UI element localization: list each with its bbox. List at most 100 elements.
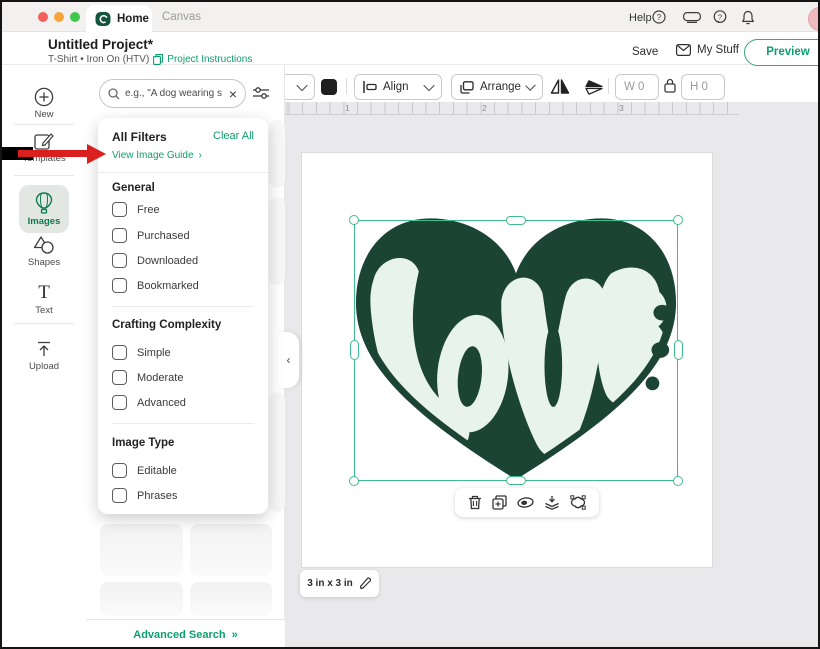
notifications-bell-icon[interactable] — [741, 10, 755, 25]
sidebar-item-upload[interactable]: Upload — [2, 341, 86, 372]
chevron-down-icon — [296, 80, 307, 91]
filter-checkbox-purchased[interactable]: Purchased — [112, 228, 190, 243]
tab-canvas[interactable]: Canvas — [162, 11, 201, 23]
advanced-search-bar[interactable]: Advanced Search » — [86, 619, 285, 649]
clear-all-link[interactable]: Clear All — [213, 130, 254, 142]
selection-handle-top-right[interactable] — [673, 215, 683, 225]
chevron-down-icon — [525, 80, 536, 91]
flatten-icon[interactable] — [544, 495, 560, 510]
checkbox — [112, 463, 127, 478]
sidebar-item-label: Shapes — [2, 257, 86, 268]
panel-collapse-button[interactable]: ‹ — [278, 332, 299, 388]
selection-handle-bottom-center[interactable] — [506, 476, 526, 485]
chevron-down-icon — [423, 80, 434, 91]
horizontal-ruler: 1 2 3 — [285, 102, 739, 115]
sidebar-item-shapes[interactable]: Shapes — [2, 235, 86, 268]
love-heart-design[interactable] — [354, 216, 678, 482]
avatar[interactable] — [808, 7, 820, 31]
filters-divider — [112, 306, 254, 307]
filter-checkbox-advanced[interactable]: Advanced — [112, 395, 186, 410]
align-dropdown[interactable]: Align — [354, 74, 442, 100]
result-card-sliver — [269, 120, 285, 188]
sidebar-divider — [14, 323, 74, 324]
filter-checkbox-moderate[interactable]: Moderate — [112, 370, 183, 385]
width-field[interactable]: W 0 — [615, 74, 659, 100]
sidebar-item-label: Text — [2, 305, 86, 316]
filter-checkbox-bookmarked[interactable]: Bookmarked — [112, 278, 199, 293]
tab-home-label: Home — [117, 13, 149, 25]
arrange-dropdown[interactable]: Arrange — [451, 74, 543, 100]
ruler-label: 2 — [482, 103, 487, 113]
filters-divider — [112, 423, 254, 424]
selection-handle-bottom-left[interactable] — [349, 476, 359, 486]
dimension-pill[interactable]: 3 in x 3 in — [300, 570, 379, 597]
tab-home[interactable]: Home — [86, 5, 152, 32]
delete-icon[interactable] — [468, 495, 482, 510]
filter-section-title: General — [112, 182, 155, 194]
search-placeholder-text: e.g., "A dog wearing s — [125, 88, 222, 99]
selection-handle-middle-left[interactable] — [350, 340, 359, 360]
selection-handle-bottom-right[interactable] — [673, 476, 683, 486]
sidebar-item-label: Images — [2, 216, 86, 227]
shapes-icon — [2, 235, 86, 255]
clear-search-icon[interactable]: × — [229, 86, 237, 102]
checkbox — [112, 278, 127, 293]
cricut-logo-icon — [95, 11, 111, 27]
weld-icon[interactable] — [570, 495, 586, 510]
hide-icon[interactable] — [517, 497, 534, 508]
result-card-sliver — [269, 197, 285, 285]
edit-pencil-icon[interactable] — [359, 577, 372, 590]
checkbox — [112, 202, 127, 217]
save-button[interactable]: Save — [632, 46, 658, 58]
close-window-button[interactable] — [38, 12, 48, 22]
skeleton-card — [100, 524, 183, 576]
selection-handle-middle-right[interactable] — [674, 340, 683, 360]
machine-icon[interactable] — [683, 12, 701, 23]
align-left-icon — [363, 81, 377, 93]
filter-checkbox-phrases[interactable]: Phrases — [112, 488, 177, 503]
chat-help-icon[interactable]: ? — [713, 10, 727, 24]
selection-handle-top-left[interactable] — [349, 215, 359, 225]
sidebar-item-images[interactable]: Images — [19, 185, 69, 233]
sidebar-divider — [14, 124, 74, 125]
app-window: Home Canvas Help ? ? Untitled Project* T… — [0, 0, 820, 649]
flip-vertical-icon[interactable] — [584, 80, 604, 95]
search-icon — [108, 88, 120, 100]
advanced-search-label: Advanced Search — [133, 629, 225, 641]
height-field[interactable]: H 0 — [681, 74, 725, 100]
color-swatch[interactable] — [321, 79, 337, 95]
checkbox — [112, 488, 127, 503]
sidebar-item-new[interactable]: New — [2, 87, 86, 120]
project-instructions-link[interactable]: Project Instructions — [167, 54, 252, 65]
filter-checkbox-downloaded[interactable]: Downloaded — [112, 253, 198, 268]
new-plus-icon — [2, 87, 86, 107]
filter-checkbox-editable[interactable]: Editable — [112, 463, 177, 478]
sidebar-item-text[interactable]: T Text — [2, 283, 86, 316]
filter-checkbox-free[interactable]: Free — [112, 202, 160, 217]
flip-horizontal-icon[interactable] — [550, 78, 570, 95]
view-image-guide-link[interactable]: View Image Guide › — [112, 150, 202, 161]
selection-handle-top-center[interactable] — [506, 216, 526, 225]
my-stuff-button[interactable]: My Stuff — [676, 44, 739, 56]
lock-aspect-icon[interactable] — [664, 78, 676, 93]
my-stuff-label: My Stuff — [697, 44, 739, 56]
filter-section-title: Crafting Complexity — [112, 319, 221, 331]
dimension-label: 3 in x 3 in — [307, 578, 353, 589]
minimize-window-button[interactable] — [54, 12, 64, 22]
skeleton-card — [100, 582, 183, 616]
help-label[interactable]: Help — [629, 12, 652, 24]
filter-section-title: Image Type — [112, 437, 174, 449]
ruler-label: 3 — [619, 103, 624, 113]
svg-text:?: ? — [718, 12, 722, 21]
duplicate-icon[interactable] — [492, 495, 507, 510]
project-material-label: T-Shirt • Iron On (HTV) — [48, 54, 149, 65]
help-icon[interactable]: ? — [652, 10, 666, 24]
filter-sliders-icon[interactable] — [252, 85, 270, 101]
filter-checkbox-simple[interactable]: Simple — [112, 345, 171, 360]
preview-button[interactable]: Preview — [744, 39, 820, 66]
image-search-input[interactable]: e.g., "A dog wearing s × — [99, 79, 246, 108]
view-image-guide-label: View Image Guide — [112, 150, 194, 161]
maximize-window-button[interactable] — [70, 12, 80, 22]
sidebar-item-label: New — [2, 109, 86, 120]
svg-text:?: ? — [657, 13, 662, 22]
